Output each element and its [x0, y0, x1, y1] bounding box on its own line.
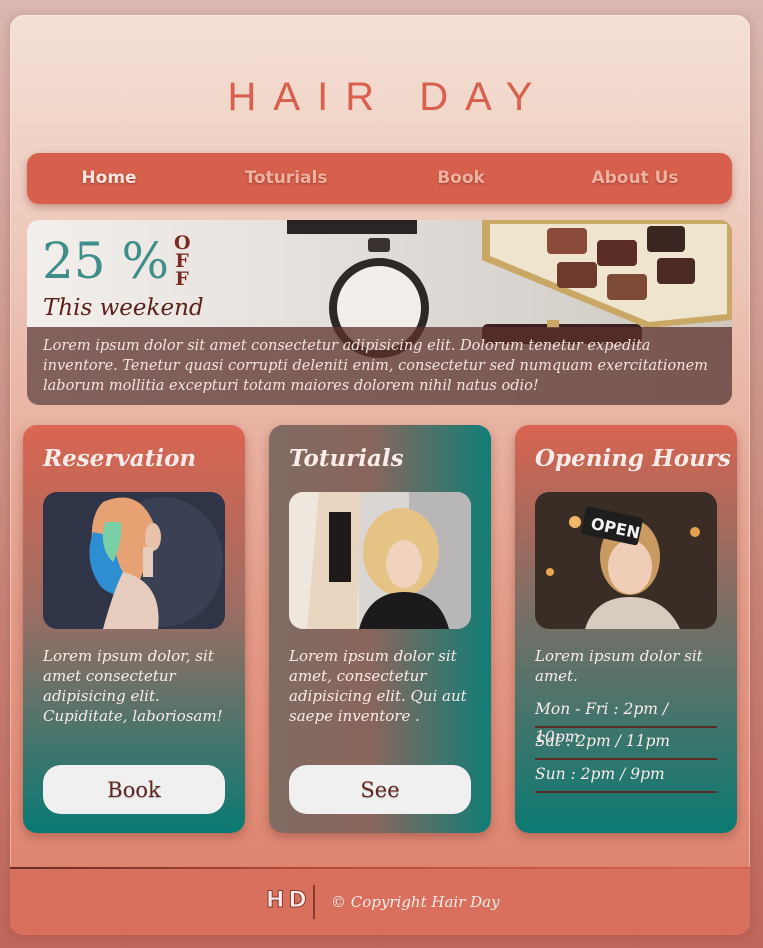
brand-title: HAIR DAY — [227, 75, 550, 119]
nav-book[interactable]: Book — [437, 153, 485, 204]
footer-separator — [313, 885, 315, 919]
see-button[interactable]: See — [289, 765, 471, 814]
card-text: Lorem ipsum dolor sit amet. — [535, 647, 703, 685]
copyright-text: © Copyright Hair Day — [331, 893, 500, 911]
card-title: Toturials — [289, 445, 404, 472]
book-button[interactable]: Book — [43, 765, 225, 814]
toturials-card: Toturials Lorem ipsum dolor sit amet, co… — [269, 425, 491, 833]
page: HAIR DAY Home Toturials Book About Us 25… — [10, 15, 750, 935]
card-text: Lorem ipsum dolor sit amet, consectetur … — [289, 647, 467, 725]
opening-hours-card: Opening Hours OPEN Lorem ipsum dolor sit… — [515, 425, 737, 833]
open-sign-image: OPEN — [535, 492, 717, 629]
main-nav: Home Toturials Book About Us — [27, 153, 732, 204]
promo-description: Lorem ipsum dolor sit amet consectetur a… — [27, 327, 732, 405]
promo-discount: 25 % — [42, 232, 170, 290]
card-text: Lorem ipsum dolor, sit amet consectetur … — [43, 647, 223, 725]
nav-toturials[interactable]: Toturials — [245, 153, 328, 204]
hours-sunday: Sun : 2pm / 9pm — [535, 760, 717, 793]
nav-home[interactable]: Home — [81, 153, 136, 204]
card-title: Opening Hours — [535, 445, 731, 472]
hours-saturday: Sat : 2pm / 11pm — [535, 727, 717, 760]
hours-weekdays: Mon - Fri : 2pm / 10pm — [535, 695, 717, 746]
reservation-card: Reservation Lorem ipsum dolor, sit amet … — [23, 425, 245, 833]
promo-off-letter: F — [175, 268, 189, 290]
nav-about-us[interactable]: About Us — [591, 153, 678, 204]
card-title: Reservation — [43, 445, 197, 472]
colorful-hair-image — [43, 492, 225, 629]
hairdresser-image — [289, 492, 471, 629]
footer-logo: HD — [266, 888, 311, 914]
promo-subtitle: This weekend — [43, 295, 204, 321]
footer: HD © Copyright Hair Day — [10, 869, 750, 935]
promo-banner: 25 % O F F This weekend Lorem ipsum dolo… — [27, 220, 732, 405]
promo-off-label: O F F — [174, 234, 191, 290]
